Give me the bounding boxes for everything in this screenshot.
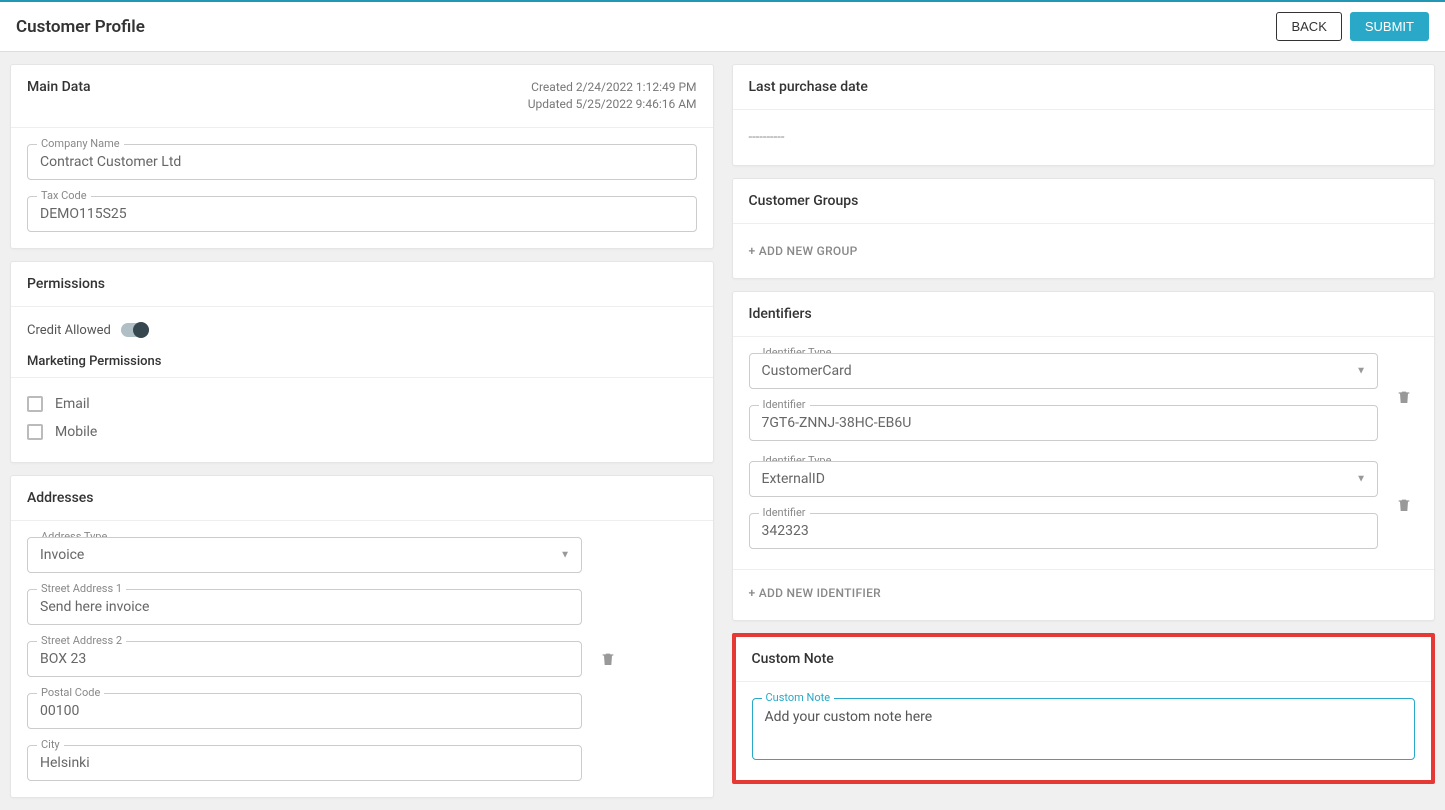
addresses-header: Addresses [11, 476, 713, 521]
identifiers-header: Identifiers [733, 292, 1435, 337]
custom-note-highlight: Custom Note Custom Note [732, 633, 1436, 784]
postal-input[interactable] [27, 693, 582, 729]
custom-note-title: Custom Note [752, 651, 834, 667]
trash-icon [1396, 388, 1412, 406]
custom-note-header: Custom Note [736, 637, 1432, 682]
identifier-type-select[interactable]: CustomerCard [749, 353, 1379, 389]
content-columns: Main Data Created 2/24/2022 1:12:49 PM U… [0, 52, 1445, 810]
tax-code-field: Tax Code [27, 196, 697, 232]
identifier-row: Identifier Type CustomerCard ▼ Identifie… [749, 353, 1419, 441]
submit-button[interactable]: SUBMIT [1350, 12, 1429, 41]
last-purchase-value: ---------- [749, 126, 1419, 149]
customer-groups-title: Customer Groups [749, 193, 859, 209]
mobile-permission-label: Mobile [55, 424, 97, 440]
identifier-type-field: Identifier Type ExternalID ▼ [749, 461, 1379, 497]
identifiers-card: Identifiers Identifier Type CustomerCard… [732, 291, 1436, 621]
company-name-label: Company Name [37, 137, 124, 150]
identifier-value-label: Identifier [759, 398, 810, 411]
email-permission-row: Email [27, 390, 697, 418]
trash-icon [600, 650, 616, 668]
tax-code-input[interactable] [27, 196, 697, 232]
delete-identifier-button[interactable] [1390, 382, 1418, 412]
delete-identifier-button[interactable] [1390, 490, 1418, 520]
permissions-title: Permissions [27, 276, 105, 292]
address-type-field: Address Type Invoice ▼ [27, 537, 582, 573]
custom-note-input[interactable] [752, 698, 1416, 760]
last-purchase-header: Last purchase date [733, 65, 1435, 110]
address-type-select[interactable]: Invoice [27, 537, 582, 573]
main-data-header: Main Data Created 2/24/2022 1:12:49 PM U… [11, 65, 713, 128]
email-checkbox[interactable] [27, 396, 43, 412]
custom-note-field: Custom Note [752, 698, 1416, 764]
toggle-knob [133, 322, 149, 338]
mobile-permission-row: Mobile [27, 418, 697, 446]
company-name-input[interactable] [27, 144, 697, 180]
permissions-card: Permissions Credit Allowed Marketing Per… [10, 261, 714, 463]
city-field: City [27, 745, 582, 781]
custom-note-label: Custom Note [762, 691, 835, 704]
customer-groups-header: Customer Groups [733, 179, 1435, 224]
identifier-type-select[interactable]: ExternalID [749, 461, 1379, 497]
trash-icon [1396, 496, 1412, 514]
credit-allowed-toggle[interactable] [121, 323, 149, 337]
address-block: Address Type Invoice ▼ Street Address 1 … [27, 537, 697, 781]
last-purchase-card: Last purchase date ---------- [732, 64, 1436, 166]
right-column: Last purchase date ---------- Customer G… [732, 64, 1436, 798]
identifiers-title: Identifiers [749, 306, 812, 322]
street1-field: Street Address 1 [27, 589, 582, 625]
address-fields: Address Type Invoice ▼ Street Address 1 … [27, 537, 582, 781]
add-group-button[interactable]: + ADD NEW GROUP [749, 240, 1419, 262]
updated-timestamp: Updated 5/25/2022 9:46:16 AM [528, 96, 697, 113]
postal-label: Postal Code [37, 686, 104, 699]
addresses-card: Addresses Address Type Invoice ▼ Stre [10, 475, 714, 798]
identifier-value-label: Identifier [759, 506, 810, 519]
mobile-checkbox[interactable] [27, 424, 43, 440]
header-actions: BACK SUBMIT [1276, 12, 1429, 41]
tax-code-label: Tax Code [37, 189, 91, 202]
identifier-type-field: Identifier Type CustomerCard ▼ [749, 353, 1379, 389]
custom-note-card: Custom Note Custom Note [736, 637, 1432, 780]
company-name-field: Company Name [27, 144, 697, 180]
street2-label: Street Address 2 [37, 634, 126, 647]
left-column: Main Data Created 2/24/2022 1:12:49 PM U… [10, 64, 714, 798]
back-button[interactable]: BACK [1276, 12, 1341, 41]
addresses-title: Addresses [27, 490, 94, 506]
identifier-value-input[interactable] [749, 405, 1379, 441]
street2-field: Street Address 2 [27, 641, 582, 677]
delete-address-button[interactable] [594, 644, 622, 674]
main-data-meta: Created 2/24/2022 1:12:49 PM Updated 5/2… [528, 79, 697, 113]
permissions-header: Permissions [11, 262, 713, 307]
page-title: Customer Profile [16, 17, 145, 37]
city-input[interactable] [27, 745, 582, 781]
identifier-row: Identifier Type ExternalID ▼ Identifier [749, 461, 1419, 549]
page-header: Customer Profile BACK SUBMIT [0, 2, 1445, 52]
postal-field: Postal Code [27, 693, 582, 729]
main-data-title: Main Data [27, 79, 91, 95]
marketing-permissions-title: Marketing Permissions [11, 342, 713, 378]
identifier-value-field: Identifier [749, 513, 1379, 549]
street1-label: Street Address 1 [37, 582, 126, 595]
identifier-value-field: Identifier [749, 405, 1379, 441]
identifier-value-input[interactable] [749, 513, 1379, 549]
customer-groups-card: Customer Groups + ADD NEW GROUP [732, 178, 1436, 279]
credit-allowed-row: Credit Allowed [27, 323, 697, 338]
main-data-card: Main Data Created 2/24/2022 1:12:49 PM U… [10, 64, 714, 249]
created-timestamp: Created 2/24/2022 1:12:49 PM [528, 79, 697, 96]
last-purchase-title: Last purchase date [749, 79, 868, 95]
city-label: City [37, 738, 64, 751]
email-permission-label: Email [55, 396, 90, 412]
add-identifier-button[interactable]: + ADD NEW IDENTIFIER [749, 582, 1419, 604]
credit-allowed-label: Credit Allowed [27, 323, 111, 338]
